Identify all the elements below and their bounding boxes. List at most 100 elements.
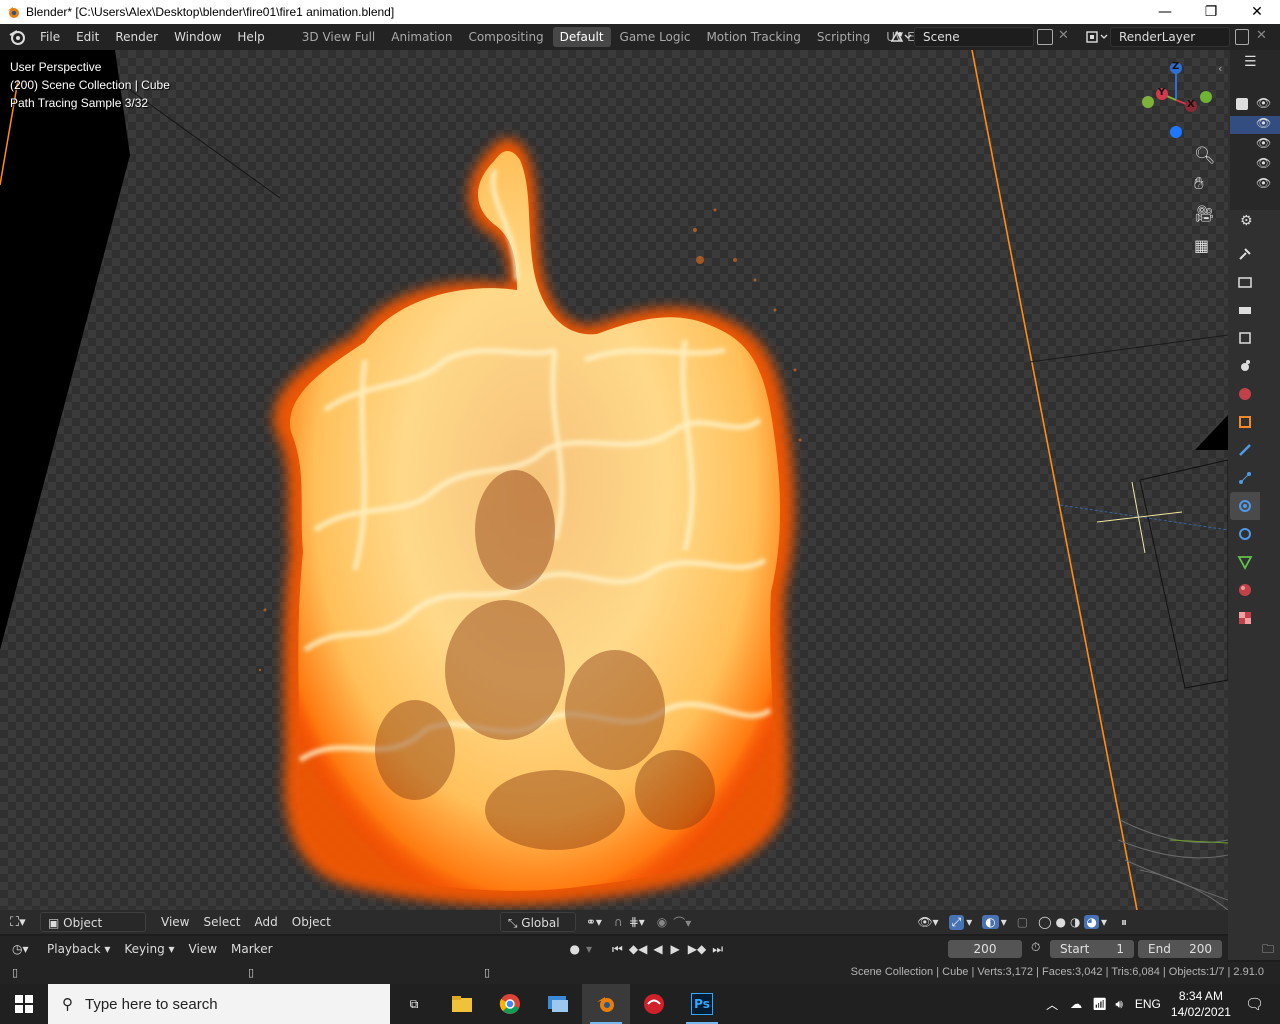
- tab-motion-tracking[interactable]: Motion Tracking: [699, 27, 807, 47]
- object-tab-icon[interactable]: [1230, 408, 1260, 436]
- checkbox-icon[interactable]: [1236, 98, 1248, 110]
- sidebar-toggle-icon[interactable]: ‹: [1218, 62, 1222, 75]
- outliner-editor-type-icon[interactable]: ☰: [1244, 54, 1257, 70]
- transform-orientation-dropdown[interactable]: ⤡ Global ▾: [499, 912, 576, 950]
- chrome-icon[interactable]: [486, 984, 534, 1024]
- playback-menu[interactable]: Playback ▾: [40, 939, 117, 959]
- render-tab-icon[interactable]: [1230, 268, 1260, 296]
- language-indicator[interactable]: ENG: [1135, 997, 1161, 1011]
- view-layer-tab-icon[interactable]: [1230, 324, 1260, 352]
- eye-icon[interactable]: 👁︎: [1256, 136, 1271, 150]
- view-menu[interactable]: View: [154, 912, 196, 932]
- blender-menu-icon[interactable]: [8, 28, 26, 46]
- falloff-icon[interactable]: ⌒▾: [673, 914, 691, 931]
- tray-overflow-icon[interactable]: ︿: [1046, 996, 1058, 1013]
- outliner-row[interactable]: 👁︎: [1230, 116, 1280, 134]
- pause-render-icon[interactable]: ⏸: [1121, 915, 1127, 930]
- gizmo-dropdown-icon[interactable]: ▾: [966, 915, 972, 929]
- shading-dropdown-icon[interactable]: ▾: [1101, 915, 1107, 929]
- constraints-tab-icon[interactable]: [1230, 520, 1260, 548]
- wireframe-shading-icon[interactable]: ◯: [1038, 915, 1051, 929]
- editor-type-icon[interactable]: ⛶▾: [10, 915, 40, 930]
- add-menu[interactable]: Add: [248, 912, 285, 932]
- timeline-editor-type-icon[interactable]: ◷▾: [12, 942, 40, 956]
- visibility-icon[interactable]: 👁︎▾: [917, 915, 938, 929]
- delete-view-layer-icon[interactable]: ✕: [1256, 28, 1267, 43]
- file-explorer-icon[interactable]: [438, 984, 486, 1024]
- snap-icon[interactable]: ∩: [614, 915, 623, 929]
- play-reverse-icon[interactable]: ◀: [653, 942, 662, 956]
- gizmo-toggle-icon[interactable]: ⤢: [948, 914, 965, 930]
- xray-icon[interactable]: ▢: [1017, 915, 1028, 929]
- stopwatch-icon[interactable]: ⏱: [1031, 940, 1040, 955]
- tab-game-logic[interactable]: Game Logic: [613, 27, 698, 47]
- volume-icon[interactable]: 🔊︎: [1115, 997, 1123, 1012]
- scene-icon[interactable]: [890, 29, 912, 45]
- scene-tab-icon[interactable]: [1230, 352, 1260, 380]
- modifier-tab-icon[interactable]: [1230, 436, 1260, 464]
- properties-editor-type-icon[interactable]: ⚙: [1240, 213, 1253, 229]
- taskbar-search[interactable]: ⚲ Type here to search: [48, 984, 390, 1024]
- view-layer-selector[interactable]: RenderLayer: [1110, 27, 1230, 47]
- menu-file[interactable]: File: [32, 24, 68, 50]
- tab-scripting[interactable]: Scripting: [810, 27, 877, 47]
- menu-window[interactable]: Window: [166, 24, 229, 50]
- tool-tab-icon[interactable]: [1230, 240, 1260, 268]
- timeline-view-menu[interactable]: View: [182, 939, 224, 959]
- jump-end-icon[interactable]: ⏭: [712, 942, 723, 957]
- menu-edit[interactable]: Edit: [68, 24, 107, 50]
- start-frame-field[interactable]: Start 1: [1050, 940, 1134, 958]
- file-browser-icon[interactable]: 🗀: [1262, 940, 1274, 961]
- output-tab-icon[interactable]: [1230, 296, 1260, 324]
- menu-render[interactable]: Render: [107, 24, 166, 50]
- task-view-icon[interactable]: ⧉: [390, 984, 438, 1024]
- camera-view-icon[interactable]: 🎥︎: [1194, 204, 1214, 223]
- taskbar-clock[interactable]: 8:34 AM 14/02/2021: [1171, 988, 1231, 1020]
- restore-button[interactable]: ❐: [1188, 0, 1234, 24]
- close-button[interactable]: ✕: [1234, 0, 1280, 24]
- solid-shading-icon[interactable]: ●: [1056, 915, 1066, 929]
- pivot-point-icon[interactable]: ⚭▾: [586, 915, 602, 929]
- next-keyframe-icon[interactable]: ▶◆: [688, 942, 706, 956]
- outliner-row[interactable]: 👁︎: [1230, 136, 1280, 154]
- snap-target-icon[interactable]: ⋕▾: [629, 915, 645, 929]
- current-frame-field[interactable]: 200: [948, 940, 1022, 958]
- photoshop-icon[interactable]: Ps: [678, 984, 726, 1024]
- prev-keyframe-icon[interactable]: ◆◀: [629, 942, 647, 956]
- tab-compositing[interactable]: Compositing: [461, 27, 550, 47]
- scene-selector[interactable]: Scene: [914, 27, 1034, 47]
- new-scene-icon[interactable]: [1037, 29, 1053, 45]
- select-menu[interactable]: Select: [196, 912, 247, 932]
- overlay-toggle-icon[interactable]: ◐: [982, 915, 999, 929]
- object-mode-dropdown[interactable]: ▣ Object Mode ▾: [40, 912, 146, 950]
- material-tab-icon[interactable]: [1230, 576, 1260, 604]
- delete-scene-icon[interactable]: ✕: [1058, 28, 1069, 43]
- menu-help[interactable]: Help: [229, 24, 272, 50]
- outliner-row[interactable]: 👁︎: [1230, 176, 1280, 194]
- eye-icon[interactable]: 👁︎: [1256, 96, 1271, 110]
- outliner-row[interactable]: 👁︎: [1230, 96, 1280, 114]
- tab-default[interactable]: Default: [552, 27, 611, 47]
- record-icon[interactable]: ●: [570, 942, 580, 956]
- rendered-shading-icon[interactable]: ◕: [1084, 915, 1099, 929]
- texture-tab-icon[interactable]: [1230, 604, 1260, 632]
- data-tab-icon[interactable]: [1230, 548, 1260, 576]
- eye-icon[interactable]: 👁︎: [1256, 176, 1271, 190]
- outliner-row[interactable]: 👁︎: [1230, 156, 1280, 174]
- onedrive-icon[interactable]: ☁: [1070, 997, 1082, 1011]
- eye-icon[interactable]: 👁︎: [1256, 116, 1271, 130]
- particles-tab-icon[interactable]: [1230, 464, 1260, 492]
- start-button[interactable]: [0, 984, 48, 1024]
- network-icon[interactable]: 📶︎: [1092, 997, 1107, 1011]
- remote-desktop-icon[interactable]: [534, 984, 582, 1024]
- security-app-icon[interactable]: [630, 984, 678, 1024]
- ortho-grid-icon[interactable]: ▦: [1194, 236, 1209, 255]
- overlay-dropdown-icon[interactable]: ▾: [1001, 915, 1007, 929]
- tab-animation[interactable]: Animation: [384, 27, 459, 47]
- material-shading-icon[interactable]: ◑: [1070, 915, 1080, 929]
- view-layer-icon[interactable]: [1084, 29, 1110, 45]
- end-frame-field[interactable]: End 200: [1138, 940, 1222, 958]
- blender-taskbar-icon[interactable]: [582, 984, 630, 1024]
- keying-menu[interactable]: Keying ▾: [117, 939, 181, 959]
- marker-menu[interactable]: Marker: [224, 939, 279, 959]
